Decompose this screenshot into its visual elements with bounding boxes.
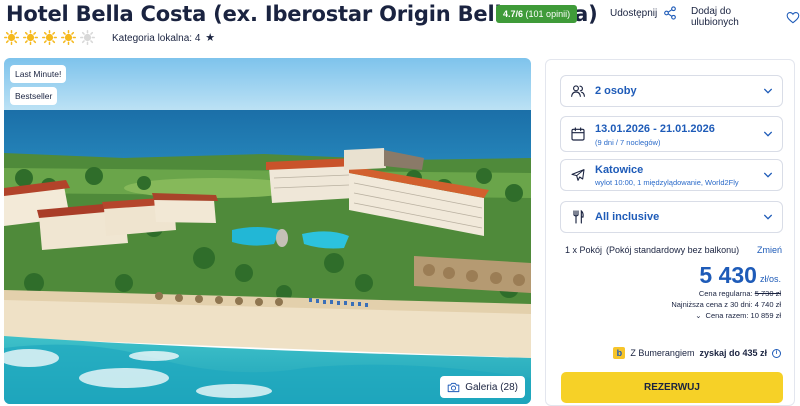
chevron-down-icon	[764, 131, 772, 137]
price-per-person: 5 430 zł/os.	[699, 262, 781, 288]
rating-badge[interactable]: 4.7/6 (101 opinii)	[496, 5, 578, 23]
heart-icon	[786, 11, 800, 23]
departure-select[interactable]: Katowice wylot 10:00, 1 międzylądowanie,…	[560, 159, 783, 191]
total-price-value: Cena razem: 10 859 zł	[705, 311, 781, 320]
reserve-button[interactable]: REZERWUJ	[561, 372, 783, 403]
room-info: 1 x Pokój (Pokój standardowy bez balkonu)	[561, 245, 739, 255]
boomerang-savings: zyskaj do 435 zł	[699, 348, 767, 358]
favorite-label: Dodaj do ulubionych	[691, 6, 739, 28]
chevron-down-icon	[764, 88, 772, 94]
board-select[interactable]: All inclusive	[560, 201, 783, 233]
sun-icon	[23, 30, 38, 45]
gallery-button[interactable]: Galeria (28)	[440, 376, 525, 398]
favorite-button[interactable]: Dodaj do ulubionych	[691, 6, 800, 28]
price-unit: zł/os.	[759, 274, 781, 284]
room-count: 1 x Pokój	[565, 245, 603, 255]
room-type: (Pokój standardowy bez balkonu)	[606, 245, 740, 255]
change-room-link[interactable]: Zmień	[757, 245, 782, 255]
board-value: All inclusive	[595, 211, 660, 223]
sun-icon	[42, 30, 57, 45]
sun-icon	[4, 30, 19, 45]
star-icon: ★	[205, 32, 216, 44]
sun-rating	[4, 30, 95, 45]
dates-duration: (9 dni / 7 noclegów)	[595, 138, 661, 147]
boomerang-logo-icon: b	[613, 347, 626, 359]
regular-price-value: 5 730 zł	[754, 289, 781, 298]
last-minute-tag: Last Minute!	[10, 65, 67, 83]
persons-select[interactable]: 2 osoby	[560, 75, 783, 107]
dates-select[interactable]: 13.01.2026 - 21.01.2026 (9 dni / 7 nocle…	[560, 116, 783, 152]
calendar-icon	[571, 127, 585, 141]
gallery-label: Galeria (28)	[465, 381, 518, 393]
rating-score: 4.7/6	[503, 9, 524, 19]
hotel-aerial-image	[4, 58, 531, 404]
share-label: Udostępnij	[610, 7, 658, 19]
total-price[interactable]: ⌄ Cena razem: 10 859 zł	[695, 311, 781, 320]
flight-details: wylot 10:00, 1 międzylądowanie, World2Fl…	[595, 178, 739, 187]
regular-price: Cena regularna: 5 730 zł	[699, 289, 781, 298]
bestseller-tag: Bestseller	[10, 87, 58, 105]
share-button[interactable]: Udostępnij	[610, 6, 677, 20]
boomerang-prefix: Z Bumerangiem	[630, 348, 695, 358]
booking-panel: 2 osoby 13.01.2026 - 21.01.2026 (9 dni /…	[545, 59, 795, 406]
departure-city: Katowice	[595, 164, 644, 176]
hotel-photo[interactable]: Last Minute! Bestseller Galeria (28)	[4, 58, 531, 404]
boomerang-promo: b Z Bumerangiem zyskaj do 435 zł i	[613, 347, 781, 359]
share-icon	[664, 6, 677, 20]
regular-price-label: Cena regularna:	[698, 289, 753, 298]
sun-icon	[61, 30, 76, 45]
persons-value: 2 osoby	[595, 85, 637, 97]
users-icon	[571, 85, 585, 97]
sun-empty-icon	[80, 30, 95, 45]
price-amount: 5 430	[699, 262, 757, 288]
local-category: Kategoria lokalna: 4 ★	[112, 31, 215, 44]
camera-icon	[447, 382, 460, 392]
chevron-down-icon	[764, 172, 772, 178]
lowest-price-30-days: Najniższa cena z 30 dni: 4 740 zł	[671, 300, 781, 309]
chevron-down-icon	[764, 214, 772, 220]
rating-count: (101 opinii)	[525, 9, 571, 19]
cutlery-icon	[573, 209, 584, 224]
plane-icon	[571, 169, 585, 181]
chevron-down-icon: ⌄	[695, 311, 702, 320]
info-icon[interactable]: i	[772, 348, 781, 358]
local-category-label: Kategoria lokalna: 4	[112, 33, 201, 44]
dates-value: 13.01.2026 - 21.01.2026	[595, 123, 715, 135]
